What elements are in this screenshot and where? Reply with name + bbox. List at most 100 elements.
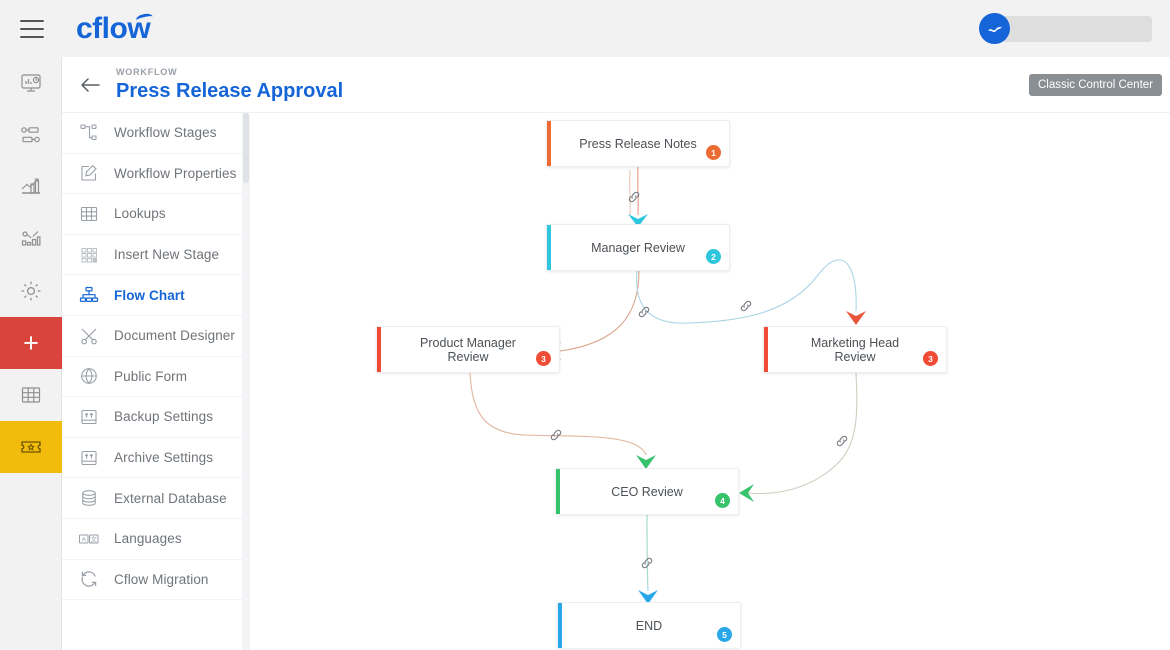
flow-chart-icon	[76, 284, 102, 306]
menu-item-archive-settings[interactable]: Archive Settings	[62, 438, 246, 479]
node-accent-bar	[547, 225, 551, 270]
node-badge: 5	[717, 627, 732, 642]
menu-item-cflow-migration[interactable]: Cflow Migration	[62, 560, 246, 601]
menu-item-document-designer[interactable]: Document Designer	[62, 316, 246, 357]
grid-table-icon	[21, 387, 41, 403]
flow-connectors	[469, 166, 866, 604]
node-accent-bar	[547, 121, 551, 166]
chain-link-icon[interactable]	[626, 189, 642, 205]
rail-item-tickets[interactable]	[0, 421, 62, 473]
scatter-chart-icon	[21, 231, 41, 246]
node-label: Product Manager Review	[420, 335, 516, 364]
node-accent-bar	[558, 603, 562, 648]
node-label: Press Release Notes	[579, 136, 697, 151]
classic-control-center-button[interactable]: Classic Control Center	[1028, 73, 1162, 96]
menu-item-label: Backup Settings	[114, 409, 214, 425]
back-arrow-icon[interactable]	[78, 73, 102, 97]
menu-item-label: Flow Chart	[114, 287, 185, 303]
node-badge: 4	[715, 493, 730, 508]
arrow-n3-n5	[636, 455, 656, 469]
chain-link-icon[interactable]	[834, 433, 850, 449]
menu-item-label: Document Designer	[114, 328, 236, 344]
menu-item-workflow-stages[interactable]: Workflow Stages	[62, 113, 246, 154]
plus-icon: +	[23, 327, 39, 358]
menu-item-insert-new-stage[interactable]: Insert New Stage	[62, 235, 246, 276]
flow-node-ceo-review[interactable]: CEO Review 4	[555, 468, 739, 515]
menu-item-label: Lookups	[114, 206, 166, 222]
menu-item-label: Archive Settings	[114, 450, 214, 466]
menu-item-languages[interactable]: A 文 Languages	[62, 519, 246, 560]
menu-item-label: Languages	[114, 531, 182, 547]
node-label: END	[635, 618, 663, 633]
menu-scrollbar[interactable]	[242, 113, 250, 650]
workflow-stages-icon	[76, 122, 102, 144]
menu-empty-space	[62, 600, 246, 645]
menu-item-backup-settings[interactable]: Backup Settings	[62, 397, 246, 438]
rail-item-workflows[interactable]	[0, 109, 62, 161]
ticket-star-icon	[21, 441, 41, 453]
menu-item-lookups[interactable]: Lookups	[62, 194, 246, 235]
chain-link-icon[interactable]	[738, 298, 754, 314]
node-badge: 3	[536, 351, 551, 366]
archive-upload-icon	[76, 447, 102, 469]
icon-rail: +	[0, 57, 62, 650]
node-badge: 3	[923, 351, 938, 366]
rail-item-analytics[interactable]	[0, 213, 62, 265]
header-text-block: WORKFLOW Press Release Approval	[116, 67, 343, 103]
user-avatar-icon[interactable]	[979, 13, 1010, 44]
flow-node-press-release-notes[interactable]: Press Release Notes 1	[546, 120, 730, 167]
flow-node-end[interactable]: END 5	[557, 602, 741, 649]
rail-item-dashboard[interactable]	[0, 57, 62, 109]
cflow-logo[interactable]: cflow	[76, 11, 155, 44]
arrow-n2-n4	[846, 311, 866, 325]
menu-item-flow-chart[interactable]: Flow Chart	[62, 275, 247, 316]
menu-item-label: Insert New Stage	[114, 247, 220, 263]
flow-node-manager-review[interactable]: Manager Review 2	[546, 224, 730, 271]
rail-item-grid[interactable]	[0, 369, 62, 421]
node-badge: 1	[706, 145, 721, 160]
menu-item-workflow-properties[interactable]: Workflow Properties	[62, 154, 246, 195]
backup-upload-icon	[76, 406, 102, 428]
workflow-settings-menu: Workflow Stages Workflow Properties Look…	[62, 113, 247, 650]
chain-link-icon[interactable]	[636, 304, 652, 320]
chain-link-icon[interactable]	[548, 427, 564, 443]
svg-text:A: A	[82, 536, 87, 543]
breadcrumb: WORKFLOW	[116, 66, 178, 77]
document-designer-icon	[76, 325, 102, 347]
top-bar: cflow	[0, 0, 1170, 57]
flow-node-marketing-head-review[interactable]: Marketing Head Review 3	[763, 326, 947, 373]
database-icon	[76, 487, 102, 509]
globe-icon	[76, 365, 102, 387]
chain-link-icon[interactable]	[639, 555, 655, 571]
flow-chart-canvas[interactable]: Press Release Notes 1 Manager Review 2 P…	[258, 115, 1170, 650]
gear-icon	[21, 281, 41, 301]
menu-item-label: Workflow Properties	[114, 165, 237, 181]
rail-item-reports[interactable]	[0, 161, 62, 213]
language-ab-icon: A 文	[76, 528, 102, 550]
refresh-sync-icon	[76, 568, 102, 590]
menu-item-external-database[interactable]: External Database	[62, 478, 246, 519]
top-bar-right	[979, 13, 1152, 44]
user-name-placeholder[interactable]	[1002, 15, 1152, 42]
page-header: WORKFLOW Press Release Approval Classic …	[62, 57, 1170, 113]
back-arrow-glyph	[81, 77, 100, 92]
node-label: Manager Review	[591, 240, 685, 255]
flow-node-product-manager-review[interactable]: Product Manager Review 3	[376, 326, 560, 373]
menu-item-label: External Database	[114, 490, 227, 506]
edge-n5-n6	[646, 514, 649, 592]
node-accent-bar	[556, 469, 560, 514]
insert-stage-icon	[76, 244, 102, 266]
page-title: Press Release Approval	[116, 79, 344, 102]
menu-scrollbar-thumb[interactable]	[243, 113, 249, 183]
menu-item-label: Workflow Stages	[114, 125, 217, 141]
workflow-nodes-icon	[21, 127, 40, 143]
hamburger-icon[interactable]	[20, 19, 44, 38]
node-accent-bar	[377, 327, 381, 372]
monitor-analytics-icon	[21, 74, 41, 92]
menu-item-public-form[interactable]: Public Form	[62, 357, 246, 398]
table-grid-icon	[76, 203, 102, 225]
rail-item-settings[interactable]	[0, 265, 62, 317]
bar-chart-growth-icon	[21, 178, 40, 194]
rail-item-add-new[interactable]: +	[0, 317, 62, 369]
svg-text:文: 文	[91, 534, 98, 543]
